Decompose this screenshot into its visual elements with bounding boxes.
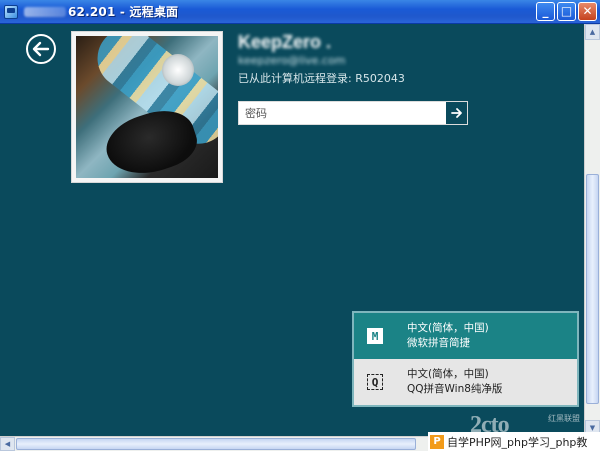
watermark-bar-text: 自学PHP网_php学习_php教 (447, 435, 588, 449)
avatar-photo (76, 36, 218, 178)
ime-item-label: 中文(简体，中国) QQ拼音Win8纯净版 (407, 368, 503, 395)
maximize-button[interactable]: □ (557, 2, 576, 21)
vertical-scrollbar[interactable]: ▲ ▼ (584, 24, 600, 436)
scroll-up-icon[interactable]: ▲ (585, 24, 600, 40)
remote-login-note: 已从此计算机远程登录: R502043 (238, 72, 405, 85)
scroll-left-icon[interactable]: ◀ (0, 437, 15, 451)
user-name: KeepZero . (238, 32, 332, 52)
ime-q-icon: Q (367, 374, 383, 390)
remote-desktop-icon (4, 4, 18, 19)
window-title: 62.201 - 远程桌面 (68, 5, 179, 19)
watermark-subtitle: 红黑联盟 (548, 414, 580, 423)
back-button[interactable] (26, 34, 56, 64)
user-avatar (72, 32, 222, 182)
ime-m-icon: M (367, 328, 383, 344)
vertical-scroll-thumb[interactable] (586, 174, 599, 404)
horizontal-scroll-thumb[interactable] (16, 438, 416, 450)
submit-button[interactable] (445, 102, 467, 124)
window-controls: _ □ ✕ (536, 2, 597, 21)
ime-item-microsoft-pinyin[interactable]: M 中文(简体，中国) 微软拼音简捷 (354, 313, 577, 359)
close-button[interactable]: ✕ (578, 2, 597, 21)
watermark-bar: P 自学PHP网_php学习_php教 (428, 432, 600, 451)
site-watermark: 2cto 红黑联盟 P 自学PHP网_php学习_php教 (428, 412, 600, 451)
php-logo-icon: P (430, 434, 444, 449)
ime-menu: M 中文(简体，中国) 微软拼音简捷 Q 中文(简体，中国) QQ拼音Win8纯… (352, 311, 579, 407)
password-input[interactable] (239, 102, 445, 124)
ime-item-label: 中文(简体，中国) 微软拼音简捷 (407, 322, 489, 349)
minimize-button[interactable]: _ (536, 2, 555, 21)
arrow-right-icon (450, 108, 462, 118)
window-titlebar[interactable]: 62.201 - 远程桌面 _ □ ✕ (0, 0, 600, 24)
user-email: keepzero@live.com (238, 54, 346, 67)
ime-item-qq-pinyin[interactable]: Q 中文(简体，中国) QQ拼音Win8纯净版 (354, 359, 577, 405)
arrow-left-icon (32, 41, 50, 57)
password-box (238, 101, 468, 125)
blurred-ip-prefix (24, 6, 66, 17)
